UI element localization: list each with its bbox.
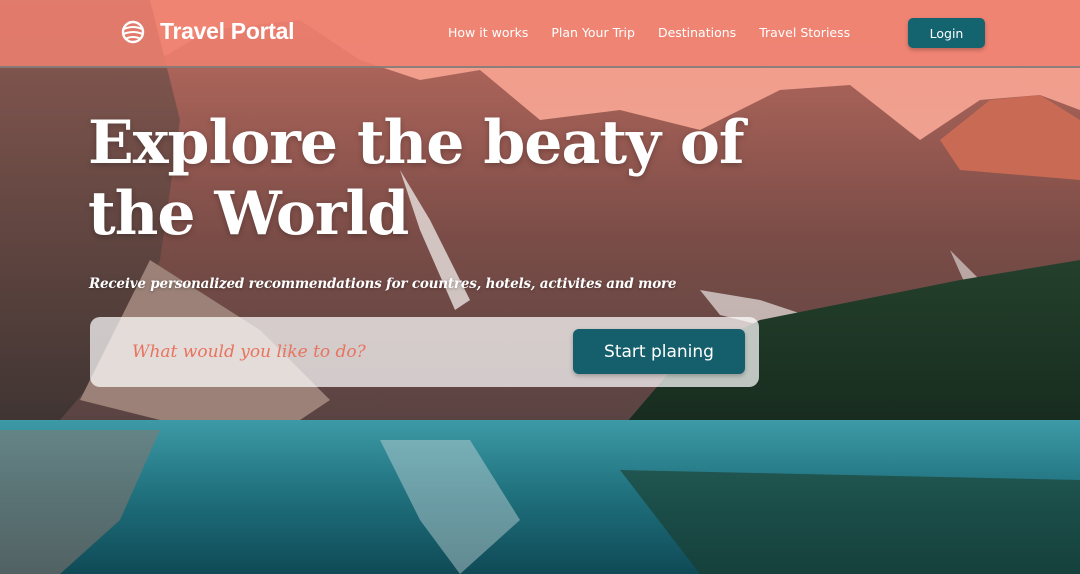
globe-icon (121, 20, 145, 43)
top-navbar: Travel Portal How it works Plan Your Tri… (0, 0, 1080, 68)
start-planning-button[interactable]: Start planing (573, 329, 745, 374)
nav-link-destinations[interactable]: Destinations (658, 25, 736, 40)
hero-subtitle: Receive personalized recommendations for… (89, 276, 677, 292)
login-button[interactable]: Login (908, 18, 985, 48)
search-panel: Start planing (90, 317, 759, 387)
nav-link-travel-stories[interactable]: Travel Storiess (759, 25, 850, 40)
nav-link-how-it-works[interactable]: How it works (448, 25, 528, 40)
brand-name: Travel Portal (160, 18, 295, 44)
hero-title: Explore the beaty of the World (88, 108, 745, 249)
search-input[interactable] (132, 335, 552, 369)
brand-logo[interactable]: Travel Portal (120, 18, 294, 45)
nav-link-plan-your-trip[interactable]: Plan Your Trip (551, 25, 635, 40)
main-nav: How it works Plan Your Trip Destinations… (448, 25, 850, 40)
